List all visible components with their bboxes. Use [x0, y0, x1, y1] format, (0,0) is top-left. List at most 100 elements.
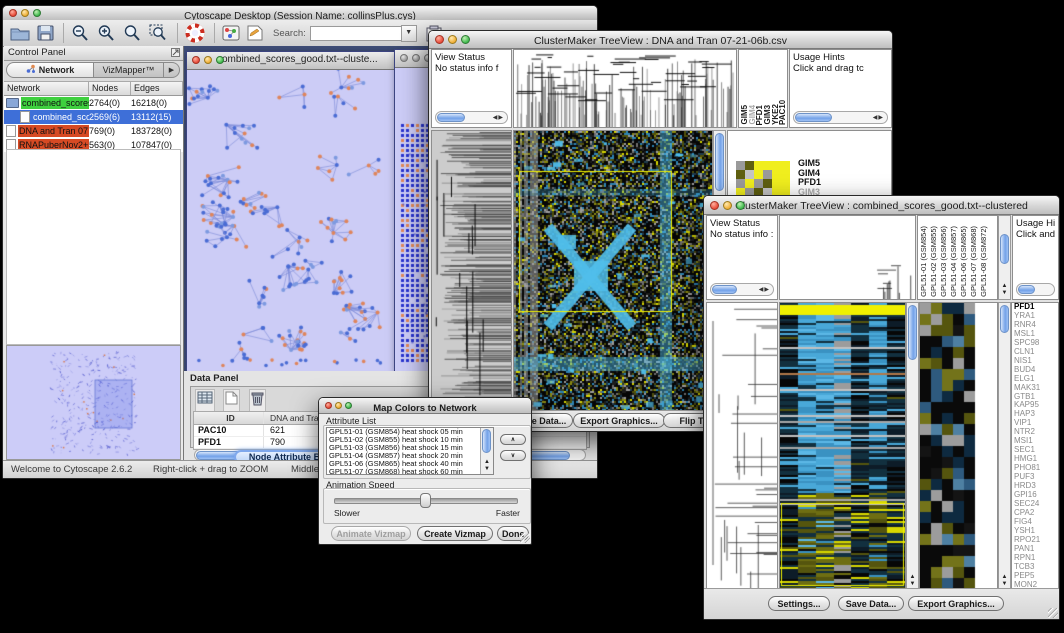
zoom-matrix-cell[interactable] [772, 170, 781, 179]
zoom-matrix-cell[interactable] [772, 161, 781, 170]
heatmap-canvas[interactable] [780, 303, 905, 590]
export-graphics-button[interactable]: Export Graphics... [908, 596, 1004, 611]
zoom-window-button[interactable] [33, 9, 41, 17]
heatmap-vscrollbar[interactable]: ▲▼ [906, 302, 919, 591]
row-dendrogram-canvas[interactable] [432, 131, 511, 412]
close-button[interactable] [710, 201, 719, 210]
zoom-matrix-cell[interactable] [781, 170, 790, 179]
zoom-window-button[interactable] [461, 35, 470, 44]
zoom-window-button[interactable] [736, 201, 745, 210]
dialog-titlebar[interactable]: Map Colors to Network [319, 398, 531, 414]
zoom-matrix-cell[interactable] [736, 179, 745, 188]
resize-grip-icon[interactable] [520, 533, 530, 543]
close-button[interactable] [192, 56, 200, 64]
treeview1-titlebar[interactable]: ClusterMaker TreeView : DNA and Tran 07-… [429, 31, 892, 49]
search-dropdown-button[interactable]: ▼ [401, 25, 417, 42]
zoom-matrix-cell[interactable] [736, 161, 745, 170]
zoom-heatmap-canvas[interactable] [920, 303, 978, 590]
close-button[interactable] [400, 54, 408, 62]
minimize-button[interactable] [335, 402, 342, 409]
gene-list-vscrollbar[interactable]: ▲▼ [998, 302, 1011, 591]
heatmap-canvas[interactable] [514, 131, 712, 412]
attribute-list-item[interactable]: GPL51-07 (GSM868) heat shock 60 min [327, 468, 480, 475]
zoom-matrix-cell[interactable] [745, 161, 754, 170]
zoom-matrix-cell[interactable] [754, 179, 763, 188]
animate-vizmap-button[interactable]: Animate Vizmap [331, 526, 411, 541]
tab-network[interactable]: Network [6, 62, 94, 78]
network-list-row[interactable]: combined_scores2764(0)16218(0) [4, 96, 183, 110]
zoom-matrix-cell[interactable] [754, 161, 763, 170]
birdseye-canvas[interactable] [7, 346, 181, 457]
save-data-button[interactable]: Save Data... [838, 596, 904, 611]
minimize-button[interactable] [448, 35, 457, 44]
row-dendrogram-panel[interactable] [706, 302, 778, 591]
close-button[interactable] [9, 9, 17, 17]
column-dendrogram-panel[interactable] [779, 215, 916, 300]
network-view-titlebar[interactable]: combined_scores_good.txt--cluste... [187, 52, 394, 70]
zoom-matrix-cell[interactable] [763, 161, 772, 170]
new-attribute-icon[interactable] [223, 389, 240, 412]
treeview2-titlebar[interactable]: ClusterMaker TreeView : combined_scores_… [704, 196, 1059, 215]
network-view-window[interactable]: combined_scores_good.txt--cluste... [186, 51, 395, 371]
main-titlebar[interactable]: Cytoscape Desktop (Session Name: collins… [3, 6, 597, 21]
zoom-selected-icon[interactable] [149, 24, 168, 42]
vizmapper-icon[interactable] [222, 25, 240, 41]
close-button[interactable] [325, 402, 332, 409]
row-dendrogram-canvas[interactable] [707, 303, 777, 590]
row-dendrogram-panel[interactable] [431, 130, 512, 413]
column-dendrogram-canvas[interactable] [514, 50, 736, 127]
tabs-overflow-button[interactable]: ▶ [164, 62, 180, 78]
network-list-row[interactable]: DNA and Tran 07769(0)183728(0) [4, 124, 183, 138]
zoom-window-button[interactable] [345, 402, 352, 409]
zoom-matrix-cell[interactable] [754, 170, 763, 179]
annotation-icon[interactable] [247, 25, 263, 41]
open-file-icon[interactable] [10, 25, 30, 41]
minimize-button[interactable] [723, 201, 732, 210]
help-lifesaver-icon[interactable] [185, 23, 205, 43]
zoom-matrix-cell[interactable] [781, 161, 790, 170]
move-down-button[interactable]: ∨ [500, 450, 526, 461]
create-vizmap-button[interactable]: Create Vizmap [417, 526, 493, 541]
usage-hints-hscrollbar[interactable]: ◀▶ [793, 111, 888, 124]
view-status-hscrollbar[interactable]: ◀▶ [710, 283, 774, 296]
heatmap-panel[interactable] [779, 302, 906, 591]
network-tree-area[interactable] [6, 149, 181, 345]
move-up-button[interactable]: ∧ [500, 434, 526, 445]
attribute-list-vscrollbar[interactable]: ▲▼ [480, 428, 493, 474]
network-list-row[interactable]: combined_sco2569(6)13112(15) [4, 110, 183, 124]
settings-button[interactable]: Settings... [768, 596, 830, 611]
minimize-button[interactable] [21, 9, 29, 17]
zoom-in-icon[interactable] [97, 24, 116, 42]
gene-list-panel[interactable]: PFD1YRA1RNR4MSL1SPC98CLN1NIS1BUD4ELG1MAK… [1011, 302, 1059, 591]
column-dendrogram-panel[interactable] [513, 49, 737, 128]
zoom-matrix-cell[interactable] [763, 170, 772, 179]
network-canvas[interactable] [187, 70, 392, 371]
resize-grip-icon[interactable] [1048, 608, 1058, 618]
attribute-list[interactable]: ▲▼ GPL51-01 (GSM854) heat shock 05 minGP… [326, 427, 494, 475]
attribute-table-icon[interactable] [195, 389, 215, 412]
minimize-button[interactable] [204, 56, 212, 64]
zoom-matrix-cell[interactable] [745, 170, 754, 179]
zoom-matrix-cell[interactable] [745, 179, 754, 188]
zoom-matrix-cell[interactable] [763, 179, 772, 188]
zoom-out-icon[interactable] [71, 24, 90, 42]
delete-attribute-icon[interactable] [249, 389, 266, 413]
heatmap-panel[interactable] [513, 130, 713, 413]
zoom-window-button[interactable] [216, 56, 224, 64]
column-labels-vscrollbar[interactable]: ▲▼ [998, 215, 1011, 300]
zoom-matrix-cell[interactable] [736, 170, 745, 179]
export-graphics-button[interactable]: Export Graphics... [573, 413, 665, 428]
zoom-matrix-cell[interactable] [781, 179, 790, 188]
zoom-heatmap-panel[interactable] [919, 302, 998, 591]
save-icon[interactable] [37, 25, 54, 41]
search-input[interactable] [310, 26, 401, 41]
birdseye-view[interactable] [6, 345, 181, 460]
column-dendrogram-canvas[interactable] [780, 216, 915, 299]
minimize-button[interactable] [412, 54, 420, 62]
zoom-matrix-cell[interactable] [772, 179, 781, 188]
usage-hints-hscrollbar[interactable] [1016, 283, 1055, 296]
view-status-hscrollbar[interactable]: ◀▶ [435, 111, 508, 124]
float-panel-icon[interactable] [171, 48, 180, 61]
zoom-fit-icon[interactable] [123, 24, 142, 42]
slider-thumb[interactable] [420, 493, 431, 508]
